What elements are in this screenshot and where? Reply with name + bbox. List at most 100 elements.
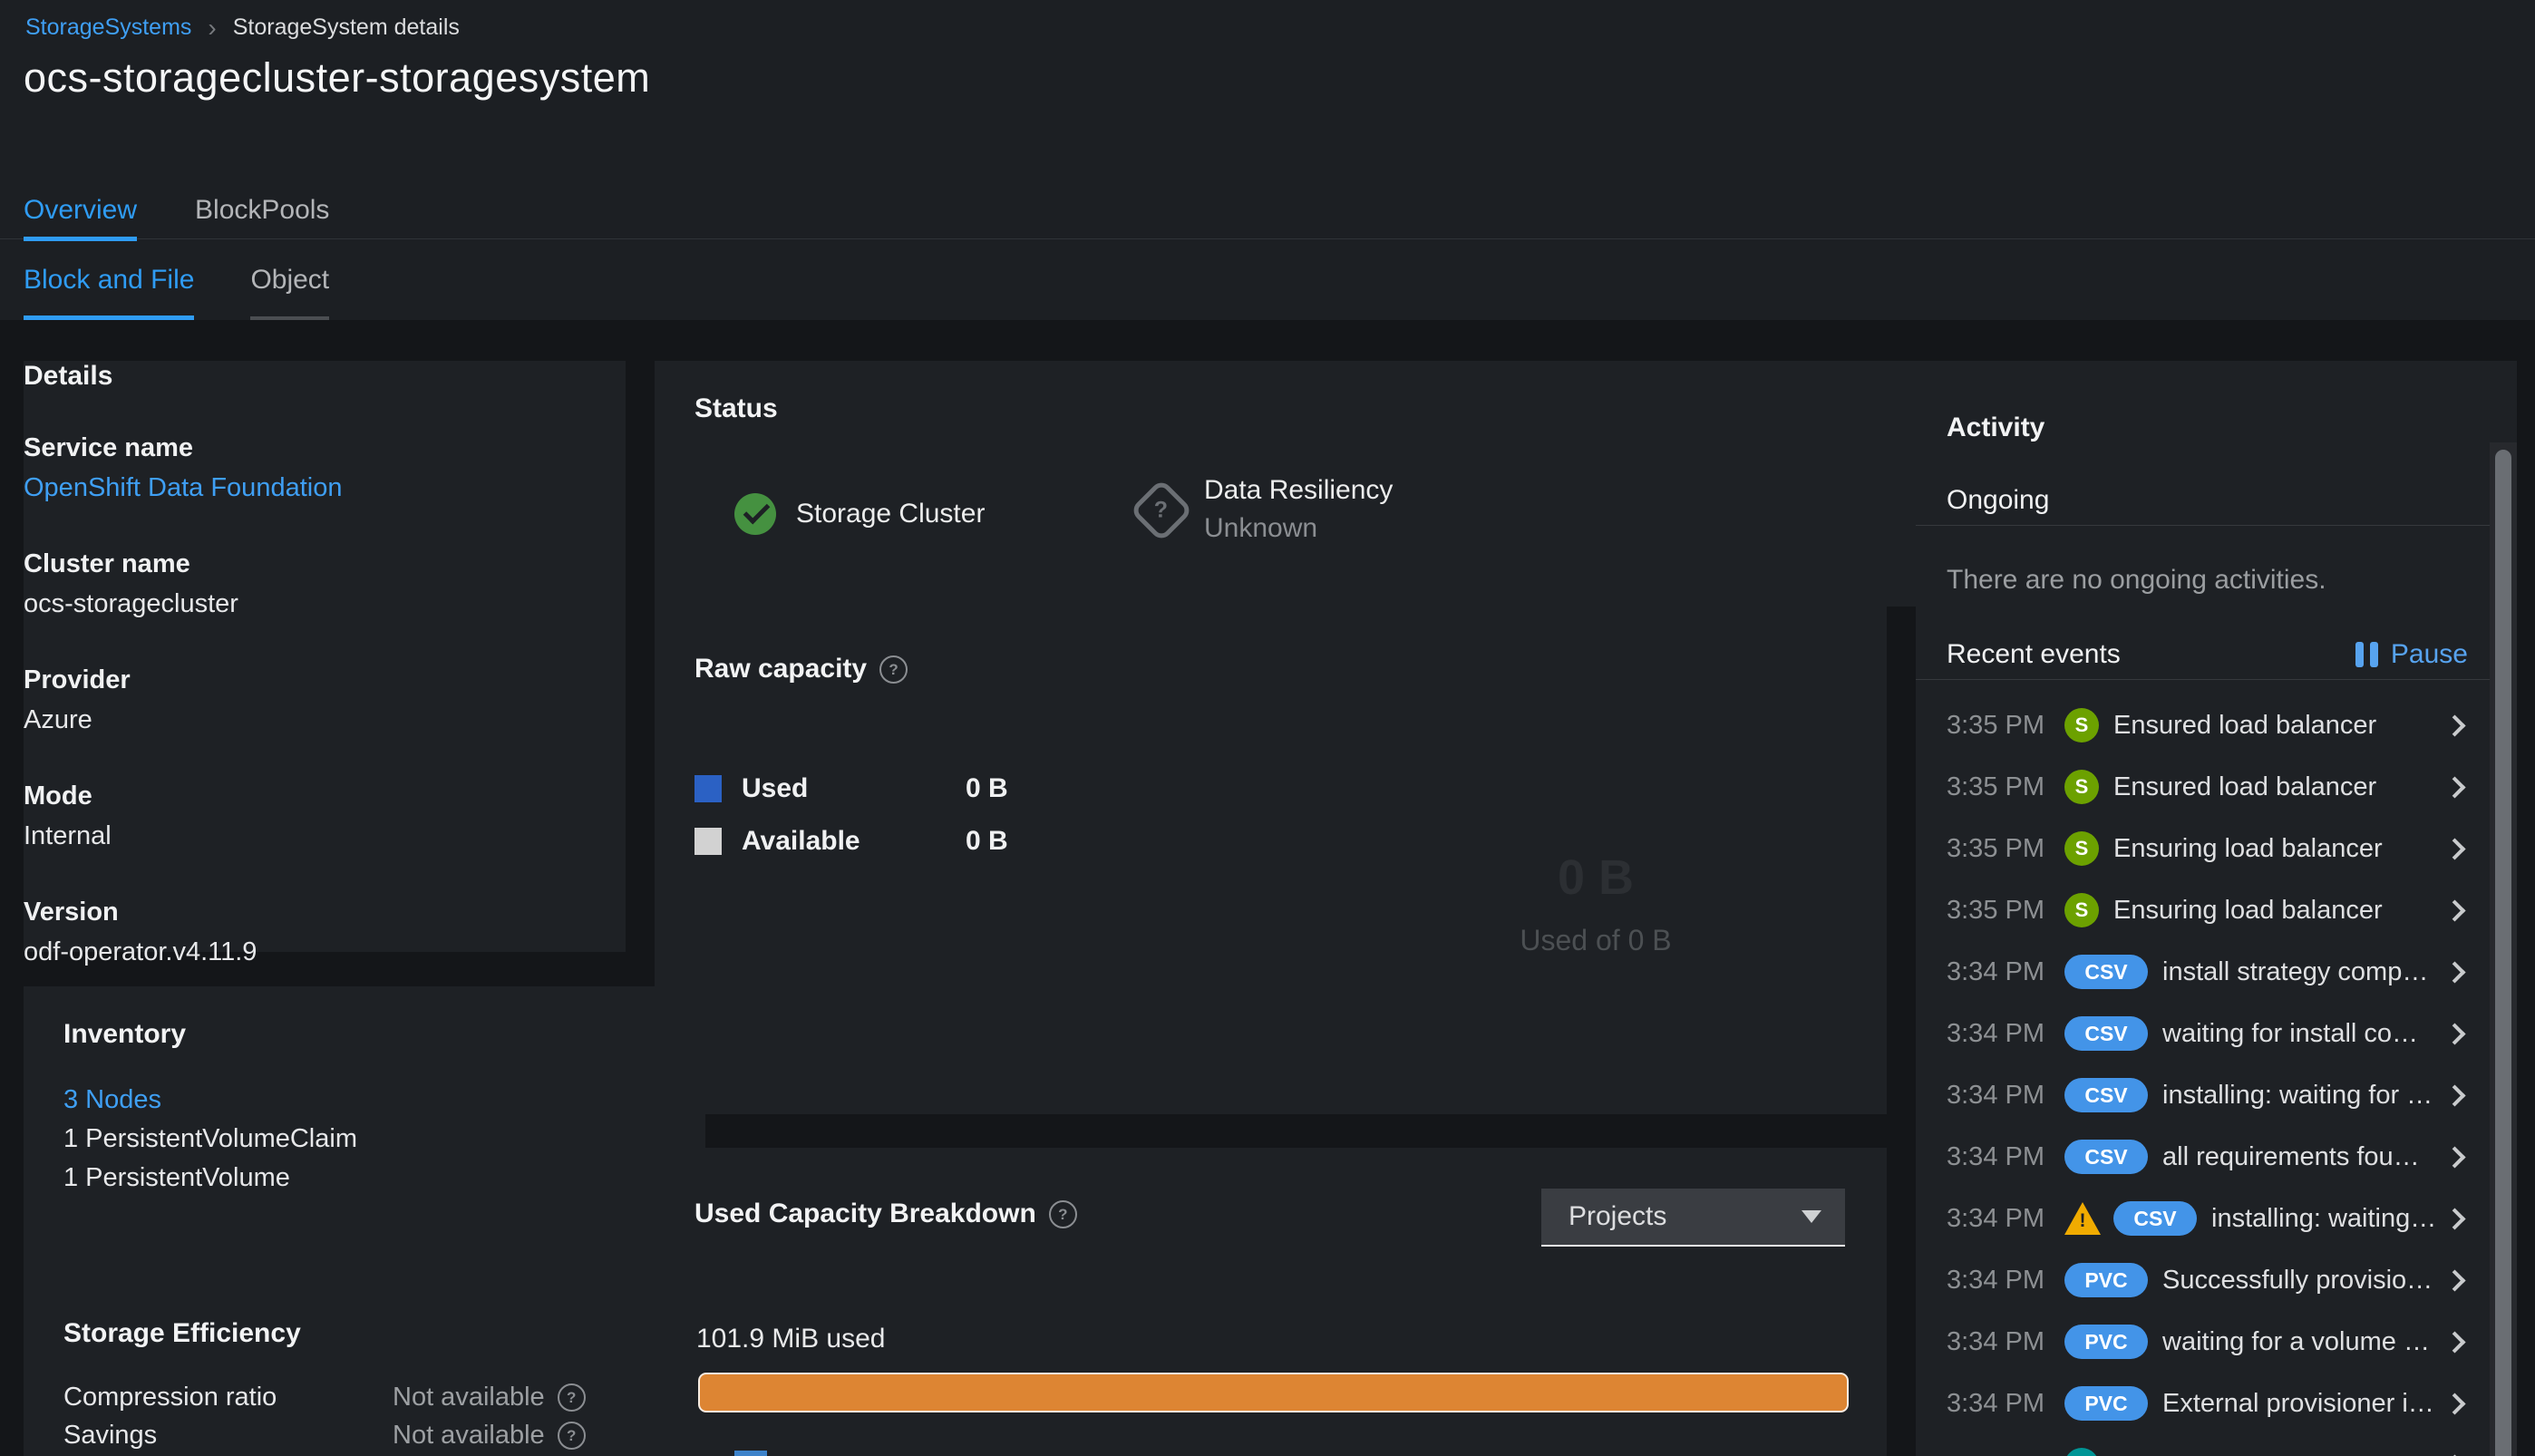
raw-capacity-card-title: Raw capacity ?: [655, 607, 1887, 684]
efficiency-value-text: Not available: [393, 1382, 545, 1412]
unknown-status-icon: ?: [1129, 478, 1194, 543]
tab-object[interactable]: Object: [250, 239, 329, 320]
details-item: Version odf-operator.v4.11.9: [24, 892, 626, 972]
recent-events-header: Recent events Pause: [1947, 639, 2468, 670]
resource-badge: CSV: [2064, 1140, 2148, 1174]
tab-blockpools[interactable]: BlockPools: [195, 181, 329, 238]
details-item-label: Provider: [24, 665, 131, 694]
details-item-value[interactable]: OpenShift Data Foundation: [24, 468, 626, 508]
inventory-card: Inventory 3 Nodes 1 PersistentVolumeClaim…: [24, 986, 705, 1286]
event-row[interactable]: 3:35 PM S Ensuring load balancer: [1916, 818, 2490, 879]
efficiency-row: Compression ratio Not available ?: [63, 1378, 665, 1416]
event-time: 3:34 PM: [1947, 956, 2045, 986]
event-row[interactable]: [1916, 1434, 2490, 1456]
inventory-item[interactable]: 3 Nodes: [63, 1081, 665, 1120]
tab-blockpools-label: BlockPools: [195, 194, 330, 225]
resource-badge: CSV: [2113, 1201, 2197, 1236]
event-row[interactable]: 3:35 PM S Ensured load balancer: [1916, 756, 2490, 818]
event-time: 3:34 PM: [1947, 1203, 2045, 1233]
help-icon[interactable]: ?: [557, 1421, 586, 1450]
event-message: Ensuring load balancer: [2113, 833, 2383, 863]
resource-badge: CSV: [2064, 955, 2148, 989]
data-resiliency-label: Data Resiliency: [1204, 475, 1394, 505]
event-row[interactable]: 3:35 PM S Ensured load balancer: [1916, 694, 2490, 756]
event-message: Ensured load balancer: [2113, 710, 2377, 740]
page-title: ocs-storagecluster-storagesystem: [24, 54, 651, 101]
breadcrumb-separator-icon: ›: [208, 14, 217, 42]
tab-block-and-file-label: Block and File: [24, 264, 195, 295]
event-message: External provisioner i…: [2162, 1388, 2434, 1418]
storage-cluster-label: Storage Cluster: [796, 499, 986, 529]
resource-badge: PVC: [2064, 1325, 2148, 1359]
chevron-right-icon: [2443, 898, 2466, 922]
details-card: Details Service name OpenShift Data Foun…: [24, 361, 626, 966]
raw-capacity-legend: Used 0 B Available 0 B: [694, 773, 1008, 880]
status-card: Status Storage Cluster ? Data Resiliency…: [655, 361, 1967, 607]
event-row[interactable]: 3:34 PM PVC waiting for a volume …: [1916, 1311, 2490, 1373]
pause-icon: [2355, 642, 2378, 667]
chevron-right-icon: [2443, 713, 2466, 737]
chevron-right-icon: [2443, 1268, 2466, 1292]
event-message: Ensuring load balancer: [2113, 895, 2383, 925]
breakdown-by-dropdown[interactable]: Projects: [1541, 1189, 1845, 1247]
event-time: 3:35 PM: [1947, 895, 2045, 925]
pause-button[interactable]: Pause: [2355, 639, 2468, 670]
help-icon[interactable]: ?: [879, 655, 908, 684]
event-row[interactable]: 3:34 PM ! CSV installing: waiting…: [1916, 1188, 2490, 1249]
ongoing-empty-message: There are no ongoing activities.: [1947, 565, 2326, 595]
details-item: Provider Azure: [24, 660, 626, 740]
tab-block-and-file[interactable]: Block and File: [24, 239, 195, 320]
donut-caption: Used of 0 B: [1520, 924, 1672, 956]
raw-capacity-title-text: Raw capacity: [694, 654, 868, 684]
legend-row: Available 0 B: [694, 826, 1008, 856]
event-time: 3:34 PM: [1947, 1018, 2045, 1048]
help-icon[interactable]: ?: [1048, 1199, 1077, 1228]
inventory-item: 1 PersistentVolume: [63, 1163, 290, 1192]
efficiency-row: Savings Not available ?: [63, 1416, 665, 1454]
question-mark-glyph: ?: [566, 1388, 577, 1406]
activity-scrollbar-thumb[interactable]: [2495, 450, 2511, 1456]
chevron-right-icon: [2443, 960, 2466, 984]
help-icon[interactable]: ?: [557, 1383, 586, 1412]
event-message: waiting for a volume …: [2162, 1326, 2430, 1356]
capacity-usage-bar: [698, 1373, 1849, 1412]
tab-overview-label: Overview: [24, 194, 138, 225]
efficiency-label: Compression ratio: [63, 1382, 277, 1412]
activity-scrollbar-track: [2490, 442, 2517, 1456]
event-time: 3:34 PM: [1947, 1265, 2045, 1295]
chevron-right-icon: [2443, 1022, 2466, 1045]
legend-value: 0 B: [966, 773, 1008, 803]
event-row[interactable]: 3:34 PM CSV waiting for install co…: [1916, 1003, 2490, 1064]
details-item-label: Mode: [24, 781, 92, 811]
caret-down-icon: [1802, 1210, 1821, 1223]
event-row[interactable]: 3:34 PM PVC Successfully provisio…: [1916, 1249, 2490, 1311]
breakdown-by-dropdown-value: Projects: [1569, 1201, 1667, 1231]
event-time: 3:34 PM: [1947, 1326, 2045, 1356]
efficiency-value: Not available ?: [393, 1421, 586, 1451]
tab-overview[interactable]: Overview: [24, 181, 138, 241]
details-item-value: odf-operator.v4.11.9: [24, 937, 257, 966]
breadcrumb-link-storagesystems[interactable]: StorageSystems: [25, 15, 191, 41]
efficiency-value: Not available ?: [393, 1383, 586, 1412]
secondary-tabs: Block and File Object: [0, 239, 2535, 320]
details-item: Cluster name ocs-storagecluster: [24, 544, 626, 624]
activity-card: Activity Ongoing There are no ongoing ac…: [1916, 361, 2517, 1456]
details-item-label: Cluster name: [24, 549, 190, 578]
recent-events-heading: Recent events: [1947, 639, 2121, 669]
status-item-data-resiliency: ? Data Resiliency Unknown: [1129, 475, 1393, 544]
event-row[interactable]: 3:34 PM CSV install strategy comp…: [1916, 941, 2490, 1003]
question-mark-glyph: ?: [1058, 1205, 1068, 1223]
event-message: all requirements fou…: [2162, 1141, 2420, 1171]
event-row[interactable]: 3:34 PM PVC External provisioner i…: [1916, 1373, 2490, 1434]
event-row[interactable]: 3:34 PM CSV all requirements fou…: [1916, 1126, 2490, 1188]
chevron-right-icon: [2443, 1330, 2466, 1354]
event-row[interactable]: 3:34 PM CSV installing: waiting for …: [1916, 1064, 2490, 1126]
breadcrumb-current: StorageSystem details: [232, 15, 460, 40]
inventory-list: 3 Nodes 1 PersistentVolumeClaim 1 Persiste…: [63, 1081, 665, 1198]
details-list: Service name OpenShift Data Foundation C…: [24, 428, 626, 972]
data-resiliency-text: Data Resiliency Unknown: [1204, 475, 1393, 544]
legend-row: Used 0 B: [694, 773, 1008, 803]
capacity-usage-text: 101.9 MiB used: [696, 1324, 886, 1354]
page-header: StorageSystems › StorageSystem details o…: [0, 0, 2535, 320]
event-row[interactable]: 3:35 PM S Ensuring load balancer: [1916, 879, 2490, 941]
